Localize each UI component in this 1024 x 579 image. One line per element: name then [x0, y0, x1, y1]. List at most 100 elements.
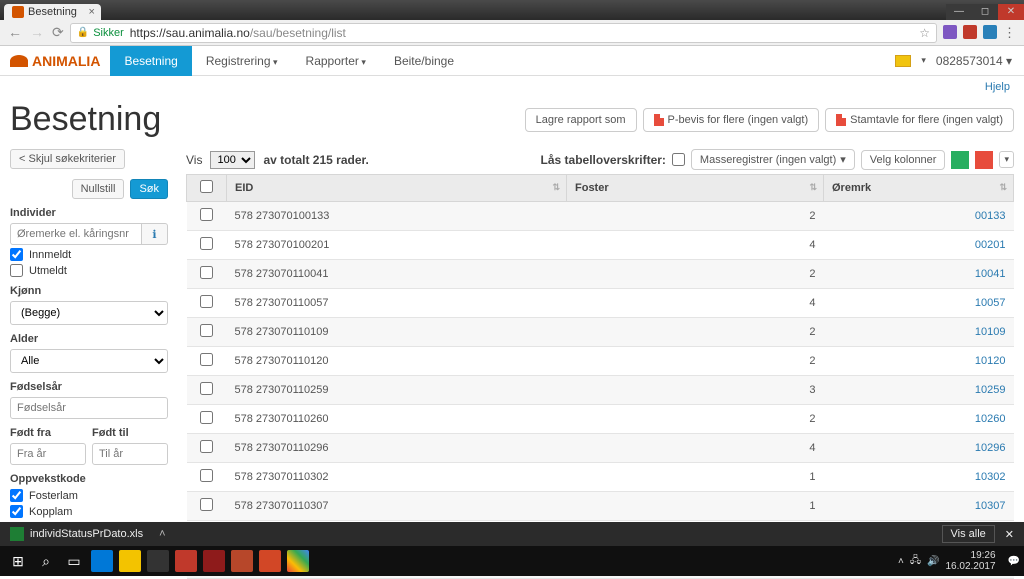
info-icon[interactable]: ℹ [142, 223, 168, 245]
table-row: 578 273070110041210041 [187, 260, 1014, 289]
cell-oremrk: 10259 [824, 376, 1014, 405]
alder-select[interactable]: Alle [10, 349, 168, 373]
row-checkbox[interactable] [200, 324, 213, 337]
utmeldt-checkbox[interactable] [10, 264, 23, 277]
url-input[interactable]: 🔒 Sikker https://sau.animalia.no /sau/be… [70, 23, 937, 43]
nullstill-button[interactable]: Nullstill [72, 179, 125, 199]
masseregistrer-button[interactable]: Masseregistrer (ingen valgt) ▾ [691, 149, 855, 170]
explorer-app-icon[interactable] [119, 550, 141, 572]
til-ar-input[interactable] [92, 443, 168, 465]
clock[interactable]: 19:26 16.02.2017 [945, 550, 1001, 572]
row-checkbox[interactable] [200, 469, 213, 482]
row-checkbox[interactable] [200, 208, 213, 221]
th-oremrk[interactable]: Øremrk [824, 175, 1014, 202]
network-icon[interactable]: 🖧 [910, 553, 921, 570]
stamtavle-button[interactable]: Stamtavle for flere (ingen valgt) [825, 108, 1014, 132]
download-item[interactable]: individStatusPrDato.xls ˄ [10, 527, 166, 541]
row-checkbox[interactable] [200, 382, 213, 395]
oremrk-link[interactable]: 10109 [975, 326, 1006, 338]
lagre-rapport-button[interactable]: Lagre rapport som [525, 108, 637, 132]
velg-kolonner-button[interactable]: Velg kolonner [861, 150, 946, 170]
p-bevis-button[interactable]: P-bevis for flere (ingen valgt) [643, 108, 820, 132]
row-checkbox[interactable] [200, 440, 213, 453]
kjonn-select[interactable]: (Begge) [10, 301, 168, 325]
oremrk-link[interactable]: 00201 [975, 239, 1006, 251]
ext-icon-1[interactable] [943, 25, 957, 39]
th-eid[interactable]: EID [227, 175, 567, 202]
ext-icon-3[interactable] [983, 25, 997, 39]
oremrk-link[interactable]: 10120 [975, 355, 1006, 367]
vis-label: Vis [186, 153, 202, 167]
favicon [12, 6, 24, 18]
ext-icon-2[interactable] [963, 25, 977, 39]
vis-alle-button[interactable]: Vis alle [942, 525, 995, 543]
innmeldt-checkbox[interactable] [10, 248, 23, 261]
mail-app-icon[interactable] [175, 550, 197, 572]
row-checkbox[interactable] [200, 295, 213, 308]
oremrk-link[interactable]: 10260 [975, 413, 1006, 425]
mail-icon[interactable] [895, 55, 911, 67]
close-window-button[interactable]: ✕ [998, 4, 1024, 20]
fodselsar-input[interactable] [10, 397, 168, 419]
logo[interactable]: ANIMALIA [0, 53, 110, 69]
sok-button[interactable]: Søk [130, 179, 168, 199]
individer-input[interactable] [10, 223, 142, 245]
export-xls-icon[interactable] [951, 151, 969, 169]
cell-foster: 1 [567, 463, 824, 492]
oremrk-link[interactable]: 10307 [975, 500, 1006, 512]
forward-button[interactable]: → [30, 24, 44, 41]
nav-besetning[interactable]: Besetning [110, 46, 191, 76]
skjul-sokekriterier-button[interactable]: < Skjul søkekriterier [10, 149, 125, 169]
th-foster[interactable]: Foster [567, 175, 824, 202]
help-link[interactable]: Hjelp [985, 81, 1010, 93]
edge-app-icon[interactable] [91, 550, 113, 572]
select-all-checkbox[interactable] [200, 180, 213, 193]
chrome-app-icon[interactable] [287, 550, 309, 572]
maximize-button[interactable]: ◻ [972, 4, 998, 20]
oremrk-link[interactable]: 10302 [975, 471, 1006, 483]
powerpoint-app-icon[interactable] [259, 550, 281, 572]
nav-rapporter[interactable]: Rapporter [292, 46, 380, 76]
user-id[interactable]: 0828573014 ▾ [936, 54, 1012, 68]
minimize-button[interactable]: — [946, 4, 972, 20]
table-row: 578 273070110259310259 [187, 376, 1014, 405]
mcafee-app-icon[interactable] [203, 550, 225, 572]
row-checkbox[interactable] [200, 353, 213, 366]
data-table: EID Foster Øremrk 578 273070100133200133… [186, 174, 1014, 579]
browser-tab[interactable]: Besetning × [4, 4, 101, 20]
row-checkbox[interactable] [200, 266, 213, 279]
oremrk-link[interactable]: 10259 [975, 384, 1006, 396]
oremrk-link[interactable]: 10296 [975, 442, 1006, 454]
tray-caret-icon[interactable]: ˄ [898, 556, 904, 567]
kopplam-checkbox[interactable] [10, 505, 23, 518]
export-caret[interactable]: ▾ [999, 151, 1014, 168]
oremrk-link[interactable]: 10041 [975, 268, 1006, 280]
back-button[interactable]: ← [8, 24, 22, 41]
reload-button[interactable]: ⟳ [52, 24, 64, 41]
row-checkbox[interactable] [200, 498, 213, 511]
volume-icon[interactable]: 🔊 [927, 556, 939, 567]
page-size-select[interactable]: 100 [210, 151, 255, 169]
menu-icon[interactable]: ⋮ [1003, 25, 1016, 41]
download-caret-icon[interactable]: ˄ [159, 528, 165, 540]
row-checkbox[interactable] [200, 411, 213, 424]
las-overskrifter-checkbox[interactable] [672, 153, 685, 166]
oremrk-link[interactable]: 10057 [975, 297, 1006, 309]
fra-ar-input[interactable] [10, 443, 86, 465]
export-pdf-icon[interactable] [975, 151, 993, 169]
row-checkbox[interactable] [200, 237, 213, 250]
oremrk-link[interactable]: 00133 [975, 210, 1006, 222]
start-button[interactable]: ⊞ [4, 547, 32, 575]
nav-registrering[interactable]: Registrering [192, 46, 292, 76]
tab-close-icon[interactable]: × [89, 6, 95, 18]
taskview-icon[interactable]: ▭ [60, 547, 88, 575]
app-icon-1[interactable] [231, 550, 253, 572]
star-icon[interactable]: ☆ [919, 26, 930, 40]
fosterlam-checkbox[interactable] [10, 489, 23, 502]
notification-icon[interactable]: 💬 [1008, 556, 1020, 567]
cell-eid: 578 273070110260 [227, 405, 567, 434]
search-icon[interactable]: ⌕ [32, 547, 60, 575]
download-close-icon[interactable]: ✕ [1005, 528, 1014, 541]
nav-beite-binge[interactable]: Beite/binge [380, 46, 468, 76]
store-app-icon[interactable] [147, 550, 169, 572]
